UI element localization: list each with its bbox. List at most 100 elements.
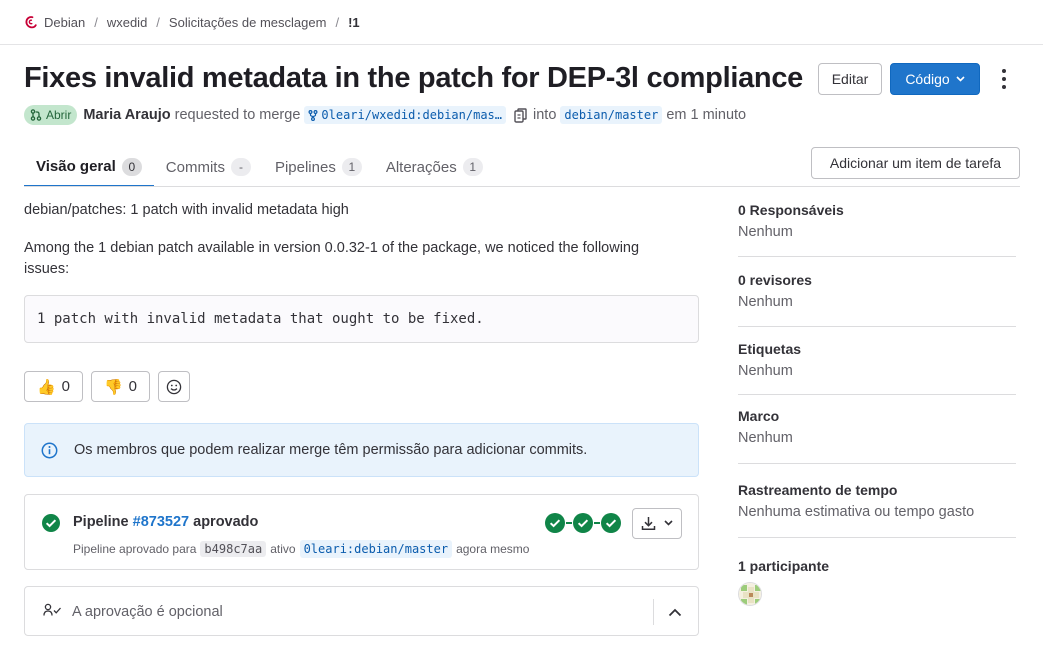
tab-label: Visão geral	[36, 158, 116, 175]
assignees-title: 0 Responsáveis	[738, 202, 844, 218]
into-text: into	[533, 107, 557, 123]
chevron-down-icon	[956, 74, 965, 85]
tab-overview[interactable]: Visão geral 0	[24, 148, 154, 187]
tab-changes[interactable]: Alterações 1	[374, 148, 495, 186]
labels-value: Nenhum	[738, 363, 793, 379]
thumbs-up-icon: 👍	[36, 378, 56, 396]
breadcrumb-separator: /	[94, 14, 98, 30]
tabs-divider	[24, 186, 1020, 187]
pipeline-subtitle: Pipeline aprovado para b498c7aa ativo 0l…	[73, 540, 529, 558]
breadcrumb-wxedid[interactable]: wxedid	[107, 15, 147, 30]
download-icon	[641, 517, 656, 530]
reviewers-title: 0 revisores	[738, 272, 812, 288]
pipeline-status-text: aprovado	[193, 514, 259, 530]
commit-sha-link[interactable]: b498c7aa	[200, 541, 267, 557]
tab-label: Pipelines	[274, 158, 336, 176]
tab-commits[interactable]: Commits -	[154, 148, 263, 186]
sidebar-reviewers: 0 revisores Nenhum	[738, 272, 1016, 310]
description-paragraph: Among the 1 debian patch available in ve…	[24, 240, 640, 277]
pipeline-passed-icon[interactable]	[41, 513, 61, 536]
sidebar-divider	[738, 463, 1016, 464]
sidebar-assignees: 0 Responsáveis Nenhum	[738, 202, 1016, 240]
sidebar-divider	[738, 326, 1016, 327]
thumbs-down-icon: 👎	[103, 378, 123, 396]
status-badge: Abrir	[24, 105, 78, 125]
sidebar-time-tracking: Rastreamento de tempo Nenhuma estimativa…	[738, 482, 1016, 520]
breadcrumb-merge-requests[interactable]: Solicitações de mesclagem	[169, 15, 327, 30]
info-icon	[41, 442, 58, 459]
pipeline-branch-link[interactable]: 0leari:debian/master	[299, 540, 453, 558]
pipeline-title: Pipeline #873527 aprovado	[73, 514, 258, 530]
thumbs-down-count: 0	[128, 378, 138, 395]
download-artifacts-button[interactable]	[632, 508, 682, 539]
author-link[interactable]: Maria Araujo	[83, 107, 170, 123]
approval-widget: A aprovação é opcional	[24, 586, 699, 636]
avatar[interactable]	[738, 582, 762, 606]
approval-icon	[43, 603, 63, 620]
tab-label: Alterações	[385, 158, 457, 176]
add-reaction-button[interactable]	[158, 371, 190, 402]
tab-label: Commits	[165, 158, 225, 176]
mr-meta-line: Abrir Maria Araujo requested to merge 0l…	[24, 104, 746, 126]
labels-title: Etiquetas	[738, 341, 802, 357]
add-task-item-button[interactable]: Adicionar um item de tarefa	[811, 147, 1020, 179]
copy-branch-icon[interactable]	[514, 107, 527, 123]
source-branch-label: 0leari/wxedid:debian/mas…	[321, 108, 503, 122]
tab-count: 1	[462, 158, 483, 176]
stage-passed-icon[interactable]	[544, 512, 566, 534]
sidebar-milestone: Marco Nenhum	[738, 408, 1016, 446]
sidebar-labels: Etiquetas Nenhum	[738, 341, 1016, 379]
breadcrumb-separator: /	[156, 14, 160, 30]
edit-button[interactable]: Editar	[818, 63, 882, 95]
alert-text: Os membros que podem realizar merge têm …	[74, 442, 588, 458]
milestone-title: Marco	[738, 408, 780, 424]
page-title: Fixes invalid metadata in the patch for …	[24, 62, 803, 94]
tab-count: 0	[121, 157, 142, 176]
code-dropdown-button[interactable]: Código	[890, 63, 980, 95]
requested-text: requested to merge	[174, 107, 301, 123]
thumbs-up-count: 0	[61, 378, 71, 395]
status-badge-label: Abrir	[46, 108, 72, 122]
assignees-value: Nenhum	[738, 224, 793, 240]
stage-passed-icon[interactable]	[572, 512, 594, 534]
sidebar-participants: 1 participante	[738, 558, 1016, 574]
breadcrumb-debian[interactable]: Debian	[44, 15, 85, 30]
mr-tabs: Visão geral 0 Commits - Pipelines 1 Alte…	[24, 148, 495, 188]
source-branch-link[interactable]: 0leari/wxedid:debian/mas…	[304, 106, 507, 124]
reviewers-value: Nenhum	[738, 294, 793, 310]
tab-pipelines[interactable]: Pipelines 1	[263, 148, 374, 186]
description-code-block: 1 patch with invalid metadata that ought…	[24, 295, 699, 343]
description-line: debian/patches: 1 patch with invalid met…	[24, 202, 349, 218]
pipeline-id-link[interactable]: #873527	[133, 514, 189, 530]
pipeline-stages	[544, 512, 622, 534]
merge-request-icon	[30, 109, 42, 121]
chevron-down-icon	[664, 518, 673, 529]
approval-divider	[653, 599, 654, 625]
approval-text: A aprovação é opcional	[72, 604, 223, 620]
breadcrumb-separator: /	[335, 14, 340, 30]
pipeline-widget: Pipeline #873527 aprovado Pipeline aprov…	[24, 494, 699, 570]
pipeline-time: agora mesmo	[456, 542, 530, 556]
target-branch-link[interactable]: debian/master	[560, 106, 663, 124]
stage-passed-icon[interactable]	[600, 512, 622, 534]
breadcrumb-current-mr[interactable]: !1	[348, 15, 360, 30]
tab-count: -	[230, 158, 251, 176]
created-time: em 1 minuto	[666, 107, 747, 123]
sidebar-divider	[738, 537, 1016, 538]
thumbs-up-reaction-button[interactable]: 👍 0	[24, 371, 83, 402]
participants-title: 1 participante	[738, 558, 830, 574]
pipeline-label: Pipeline	[73, 514, 129, 530]
chevron-up-icon[interactable]	[665, 602, 685, 622]
breadcrumb: Debian / wxedid / Solicitações de mescla…	[24, 12, 360, 32]
smiley-icon	[166, 379, 182, 394]
time-tracking-title: Rastreamento de tempo	[738, 482, 898, 498]
tab-count: 1	[341, 158, 362, 176]
pipeline-sub-mid: ativo	[270, 542, 296, 556]
thumbs-down-reaction-button[interactable]: 👎 0	[91, 371, 150, 402]
code-text: 1 patch with invalid metadata that ought…	[37, 311, 484, 327]
code-button-label: Código	[905, 71, 950, 87]
branch-icon	[308, 109, 318, 121]
sidebar-divider	[738, 394, 1016, 395]
sidebar-divider	[738, 256, 1016, 257]
more-actions-kebab-icon[interactable]	[996, 69, 1012, 89]
